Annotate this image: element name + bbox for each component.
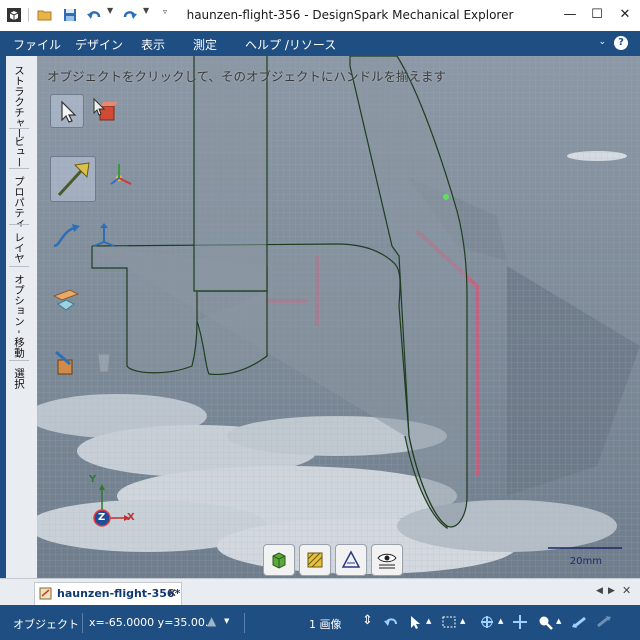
menu-design[interactable]: デザイン: [75, 36, 123, 53]
zoom-caret-icon[interactable]: ▲: [556, 617, 561, 625]
axis-x-label: X: [127, 512, 135, 523]
sketch-display-button[interactable]: [335, 544, 367, 576]
material-tool[interactable]: [50, 282, 82, 314]
tab-divider: [9, 224, 29, 225]
rotate-view-icon[interactable]: [479, 614, 495, 630]
document-icon: [39, 587, 52, 600]
fill-tool-disabled: [88, 346, 120, 378]
undo-selection-icon[interactable]: [383, 614, 399, 630]
status-caret-icon[interactable]: ▼: [224, 617, 229, 625]
tab-divider: [9, 360, 29, 361]
menu-help-resources[interactable]: ヘルプ /リソース: [245, 36, 336, 53]
axis-z-label: Z: [98, 512, 106, 523]
maximize-button[interactable]: ☐: [583, 4, 611, 26]
minimize-button[interactable]: —: [556, 4, 584, 26]
status-coordinates: x=-65.0000 y=35.00...: [89, 616, 216, 629]
pointer-mode-caret-icon[interactable]: ▲: [426, 617, 431, 625]
menu-bar: ファイル デザイン 表示 測定 ヘルプ /リソース ⌄ ?: [0, 31, 640, 56]
pull-icon: [55, 350, 73, 375]
status-separator: [244, 613, 245, 633]
document-tab-bar: haunzen-flight-356* ✕ ◀ ▶ ✕: [0, 578, 640, 606]
document-tab[interactable]: haunzen-flight-356* ✕: [34, 582, 182, 605]
move-arrow-icon: [57, 162, 90, 197]
pattern-display-button[interactable]: [299, 544, 331, 576]
tab-view[interactable]: ビュー: [9, 136, 29, 168]
select-body-tool[interactable]: [88, 94, 120, 126]
tab-divider: [9, 128, 29, 129]
sketch-plane-icon: [341, 550, 361, 568]
side-panel-tabs: ストラクチャー ビュー プロパティ レイヤ オプション - 移動 選択: [0, 56, 38, 586]
axis-y-label: Y: [89, 474, 97, 485]
tab-selection[interactable]: 選択: [9, 368, 29, 389]
move-axes-icon: [110, 164, 132, 185]
tab-options-move[interactable]: オプション - 移動: [9, 274, 29, 358]
status-hint: オブジェクトをクリックして、そのオブジェクトにハンドルを揃えます: [47, 69, 447, 84]
solid-display-button[interactable]: [263, 544, 295, 576]
zoom-icon[interactable]: [537, 614, 553, 630]
tab-close-all-icon[interactable]: ✕: [622, 584, 631, 597]
view-back-icon[interactable]: [571, 614, 587, 630]
box-select-icon[interactable]: [441, 614, 457, 630]
tab-properties[interactable]: プロパティ: [9, 176, 29, 229]
menu-measure[interactable]: 測定: [193, 36, 217, 53]
document-tab-close-button[interactable]: ✕: [167, 586, 177, 600]
curve-icon: [53, 224, 80, 248]
material-block-icon: [52, 289, 80, 311]
tab-scroll-left-icon[interactable]: ◀: [596, 586, 603, 596]
scale-label: 20mm: [569, 556, 602, 567]
pull-move-tool[interactable]: [50, 156, 96, 202]
move-handle-tool[interactable]: [105, 158, 137, 190]
sketch-curve-tool[interactable]: [50, 220, 82, 252]
axis-tool[interactable]: [88, 220, 120, 252]
title-bar: ▼ ▼ ▿ haunzen-flight-356 - DesignSpark M…: [0, 0, 640, 32]
ribbon-collapse-caret-icon[interactable]: ⌄: [598, 37, 606, 47]
status-up-arrow-icon[interactable]: ▲: [207, 614, 216, 628]
rotate-view-caret-icon[interactable]: ▲: [498, 617, 503, 625]
tab-layers[interactable]: レイヤ: [9, 232, 29, 264]
visibility-button[interactable]: [371, 544, 403, 576]
hatch-icon: [307, 552, 323, 568]
handle-marker[interactable]: [443, 194, 449, 200]
cube-icon: [272, 552, 286, 569]
eye-icon: [377, 553, 397, 569]
status-separator: [82, 613, 83, 633]
menu-view[interactable]: 表示: [141, 36, 165, 53]
status-pointer-icon[interactable]: [407, 614, 423, 630]
status-object-type: オブジェクト: [13, 618, 79, 631]
close-button[interactable]: ✕: [611, 4, 639, 26]
pull-tool[interactable]: [50, 346, 82, 378]
cursor-arrow-icon: [61, 100, 77, 123]
select-tool[interactable]: [50, 94, 84, 128]
menu-file[interactable]: ファイル: [13, 36, 61, 53]
side-panel-strip: [0, 56, 6, 586]
fill-icon: [97, 353, 111, 373]
box-select-caret-icon[interactable]: ▲: [460, 617, 465, 625]
tab-scroll-right-icon[interactable]: ▶: [608, 586, 615, 596]
pan-view-icon[interactable]: [512, 614, 528, 630]
design-viewport[interactable]: オブジェクトをクリックして、そのオブジェクトにハンドルを揃えます Y X Z 2…: [37, 56, 640, 578]
axis-arrows-icon: [93, 223, 115, 247]
view-forward-icon[interactable]: [596, 614, 612, 630]
window-title: haunzen-flight-356 - DesignSpark Mechani…: [186, 8, 514, 22]
display-toolbar: [263, 544, 403, 576]
help-button[interactable]: ?: [614, 36, 628, 50]
status-selection-count: 1 画像: [309, 618, 342, 631]
document-tab-label: haunzen-flight-356*: [57, 587, 181, 600]
tab-divider: [9, 266, 29, 267]
tab-divider: [9, 168, 29, 169]
select-body-icon: [93, 97, 118, 121]
select-prev-icon[interactable]: ⇕: [362, 613, 373, 628]
status-bar: オブジェクト x=-65.0000 y=35.00... ▲ ▼ 1 画像 ⇕ …: [0, 605, 640, 640]
